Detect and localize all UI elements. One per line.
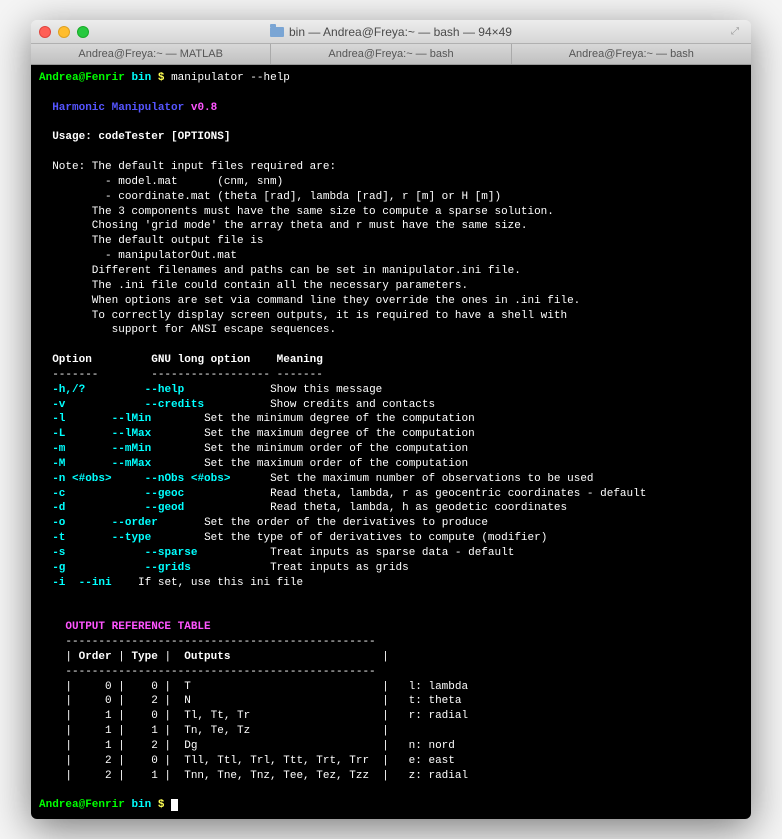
terminal-content[interactable]: Andrea@Fenrir bin $ manipulator --help H… [31, 65, 751, 819]
prompt2-symbol: $ [158, 799, 165, 811]
folder-icon [270, 27, 284, 37]
usage-line: Usage: codeTester [OPTIONS] [52, 131, 230, 143]
ref-col1: Order [79, 651, 112, 663]
maximize-icon[interactable]: ⤢ [731, 26, 743, 38]
prompt2-user: Andrea@Fenrir [39, 799, 125, 811]
tab-bash-1[interactable]: Andrea@Freya:~ — bash [271, 44, 511, 64]
note-block: Note: The default input files required a… [39, 161, 580, 336]
ref-col3: Outputs [184, 651, 230, 663]
opt-col2: GNU long option [151, 354, 250, 366]
tab-bar: Andrea@Freya:~ — MATLAB Andrea@Freya:~ —… [31, 44, 751, 65]
options-block: -h,/? --help Show this message -v --cred… [39, 384, 646, 589]
prompt2-dir: bin [131, 799, 151, 811]
close-button[interactable] [39, 26, 51, 38]
terminal-window: bin — Andrea@Freya:~ — bash — 94×49 ⤢ An… [31, 20, 751, 819]
ref-col2: Type [131, 651, 157, 663]
prompt-dir: bin [131, 72, 151, 84]
titlebar[interactable]: bin — Andrea@Freya:~ — bash — 94×49 ⤢ [31, 20, 751, 44]
traffic-lights [39, 26, 89, 38]
prompt-symbol: $ [158, 72, 165, 84]
ref-table-title: OUTPUT REFERENCE TABLE [65, 621, 210, 633]
window-title: bin — Andrea@Freya:~ — bash — 94×49 [270, 25, 512, 39]
ref-block: | 0 | 0 | T | l: lambda | 0 | 2 | N | t:… [39, 681, 468, 782]
app-name: Harmonic Manipulator [52, 102, 184, 114]
zoom-button[interactable] [77, 26, 89, 38]
tab-matlab[interactable]: Andrea@Freya:~ — MATLAB [31, 44, 271, 64]
prompt-command: manipulator --help [171, 72, 290, 84]
opt-col1: Option [52, 354, 92, 366]
prompt-user: Andrea@Fenrir [39, 72, 125, 84]
cursor [171, 799, 178, 811]
minimize-button[interactable] [58, 26, 70, 38]
tab-bash-2[interactable]: Andrea@Freya:~ — bash [512, 44, 751, 64]
title-label: bin — Andrea@Freya:~ — bash — 94×49 [289, 25, 512, 39]
opt-col3: Meaning [277, 354, 323, 366]
app-version: v0.8 [191, 102, 217, 114]
